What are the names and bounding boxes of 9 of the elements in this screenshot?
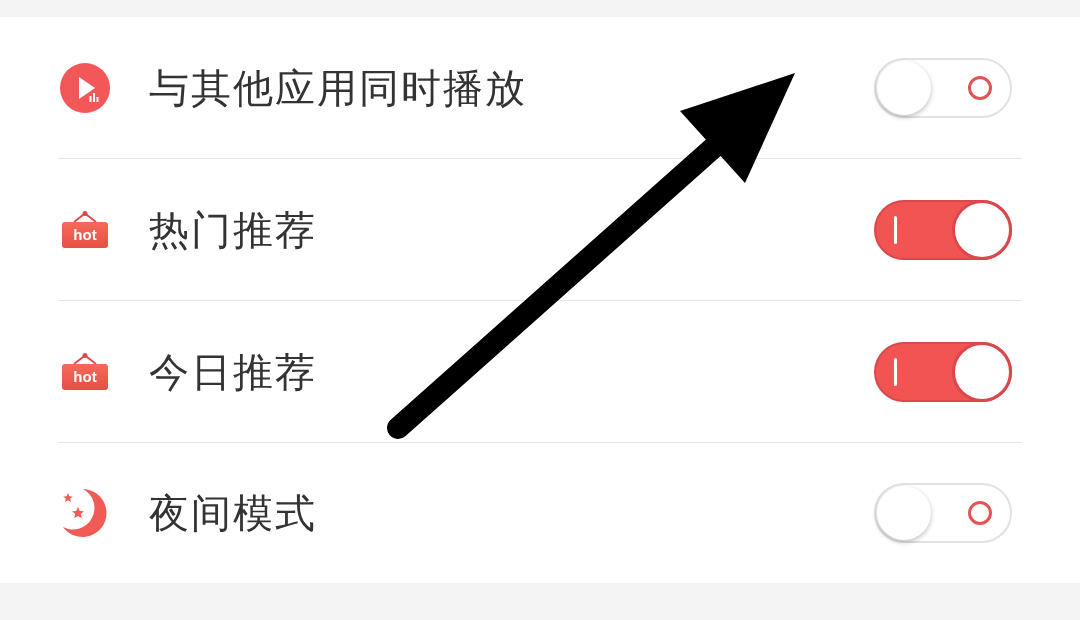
hanger-icon: [73, 353, 97, 364]
play-circle-icon: [60, 62, 110, 113]
setting-label: 热门推荐: [149, 209, 317, 250]
setting-label: 今日推荐: [149, 351, 317, 392]
setting-label: 与其他应用同时播放: [149, 67, 527, 108]
hot-tag: hot: [62, 222, 108, 248]
hot-tag: hot: [62, 364, 108, 390]
setting-label: 夜间模式: [149, 493, 317, 533]
hanger-icon: [73, 211, 97, 222]
